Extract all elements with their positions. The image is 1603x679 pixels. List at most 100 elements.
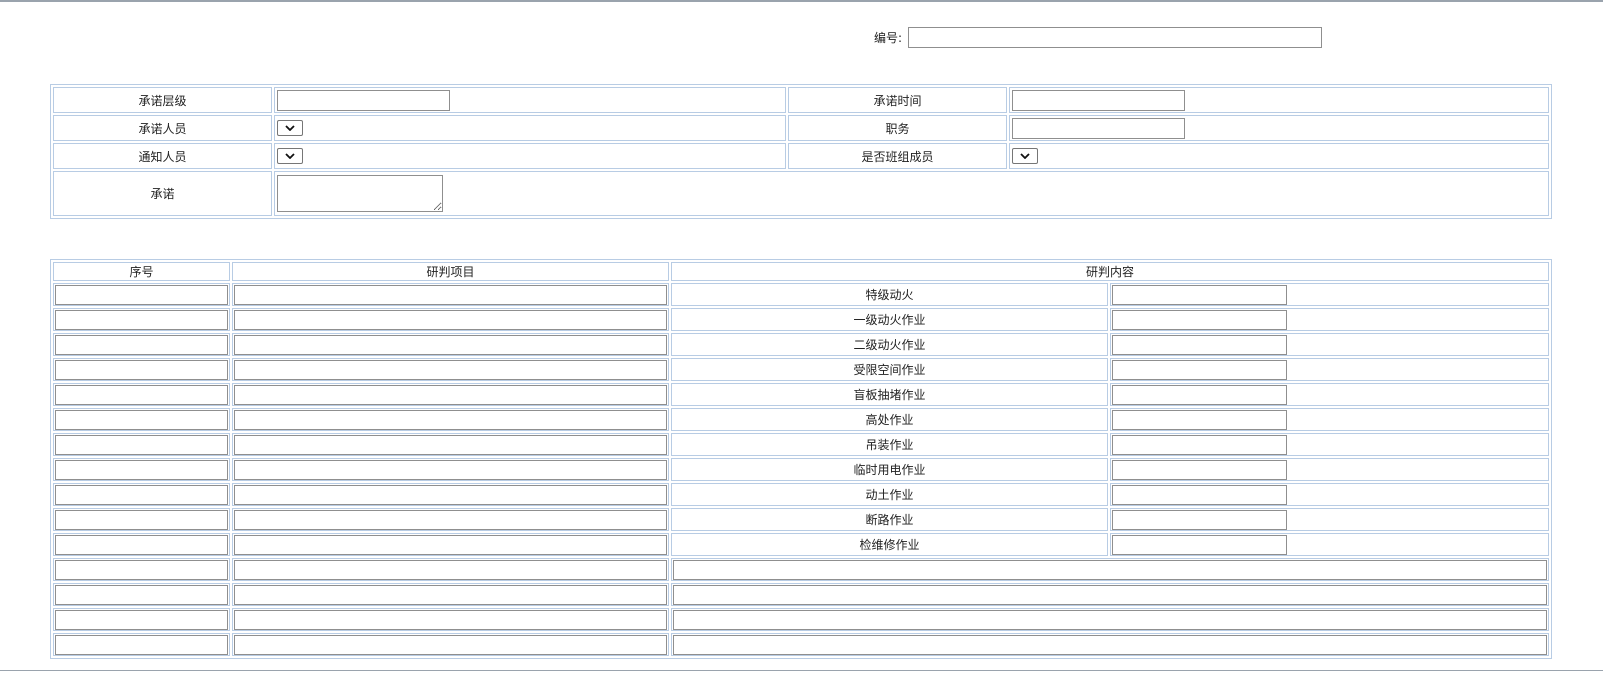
table-row [53,633,1549,656]
number-row: 编号: [874,26,1323,48]
project-input[interactable] [234,634,667,655]
table-row [53,608,1549,631]
project-cell [232,608,669,631]
content-value-input[interactable] [1112,534,1287,555]
content-value-cell [1110,308,1549,331]
project-cell [232,283,669,306]
content-value-input[interactable] [1112,384,1287,405]
content-cell [671,558,1549,581]
project-input[interactable] [234,309,667,330]
project-cell [232,583,669,606]
project-input[interactable] [234,334,667,355]
promise-textarea[interactable] [277,175,443,212]
project-input[interactable] [234,459,667,480]
table-row: 盲板抽堵作业 [53,383,1549,406]
content-item-label: 吊装作业 [671,433,1108,456]
content-value-cell [1110,358,1549,381]
index-input[interactable] [55,609,228,630]
content-value-cell [1110,483,1549,506]
content-input[interactable] [673,559,1547,580]
project-input[interactable] [234,534,667,555]
content-item-label: 一级动火作业 [671,308,1108,331]
level-input[interactable] [277,89,450,111]
project-input[interactable] [234,409,667,430]
content-cell [671,633,1549,656]
content-value-input[interactable] [1112,359,1287,380]
form-row-notify: 通知人员 是否班组成员 [53,143,1549,169]
commitment-form: 承诺层级 承诺时间 承诺人员 职务 通知人员 是否班组成员 承诺 [50,84,1552,219]
project-input[interactable] [234,609,667,630]
index-input[interactable] [55,359,228,380]
form-row-level: 承诺层级 承诺时间 [53,87,1549,113]
project-input[interactable] [234,584,667,605]
promise-cell [274,171,1549,216]
content-value-input[interactable] [1112,484,1287,505]
project-input[interactable] [234,484,667,505]
index-input[interactable] [55,484,228,505]
content-value-cell [1110,283,1549,306]
index-input[interactable] [55,409,228,430]
index-cell [53,358,230,381]
content-value-cell [1110,508,1549,531]
index-cell [53,383,230,406]
content-input[interactable] [673,584,1547,605]
content-value-input[interactable] [1112,409,1287,430]
level-label: 承诺层级 [53,87,272,113]
table-row: 临时用电作业 [53,458,1549,481]
index-input[interactable] [55,634,228,655]
number-label: 编号: [874,30,903,45]
content-input[interactable] [673,634,1547,655]
position-input[interactable] [1012,117,1185,139]
index-input[interactable] [55,534,228,555]
content-cell [671,608,1549,631]
table-row [53,558,1549,581]
content-value-input[interactable] [1112,434,1287,455]
bottom-border [0,670,1603,671]
project-cell [232,458,669,481]
time-input[interactable] [1012,89,1185,111]
content-value-input[interactable] [1112,334,1287,355]
index-cell [53,483,230,506]
promise-label: 承诺 [53,171,272,216]
index-cell [53,333,230,356]
number-input[interactable] [908,26,1323,48]
chevron-down-icon [1020,153,1030,159]
content-input[interactable] [673,609,1547,630]
content-value-input[interactable] [1112,459,1287,480]
index-input[interactable] [55,334,228,355]
index-input[interactable] [55,459,228,480]
index-input[interactable] [55,309,228,330]
position-cell [1009,115,1549,141]
team-member-select[interactable] [1012,148,1038,164]
project-input[interactable] [234,559,667,580]
index-input[interactable] [55,384,228,405]
table-row: 一级动火作业 [53,308,1549,331]
content-item-label: 动土作业 [671,483,1108,506]
content-item-label: 特级动火 [671,283,1108,306]
content-item-label: 检维修作业 [671,533,1108,556]
content-value-input[interactable] [1112,509,1287,530]
person-select[interactable] [277,120,303,136]
index-input[interactable] [55,584,228,605]
content-item-label: 断路作业 [671,508,1108,531]
table-row: 动土作业 [53,483,1549,506]
index-cell [53,558,230,581]
table-row: 断路作业 [53,508,1549,531]
index-input[interactable] [55,434,228,455]
content-item-label: 二级动火作业 [671,333,1108,356]
project-input[interactable] [234,434,667,455]
team-member-cell [1009,143,1549,169]
project-input[interactable] [234,384,667,405]
project-input[interactable] [234,359,667,380]
content-value-input[interactable] [1112,284,1287,305]
content-value-cell [1110,533,1549,556]
index-input[interactable] [55,284,228,305]
chevron-down-icon [285,125,295,131]
index-input[interactable] [55,509,228,530]
project-input[interactable] [234,284,667,305]
content-value-input[interactable] [1112,309,1287,330]
notify-select[interactable] [277,148,303,164]
project-input[interactable] [234,509,667,530]
project-cell [232,358,669,381]
index-input[interactable] [55,559,228,580]
